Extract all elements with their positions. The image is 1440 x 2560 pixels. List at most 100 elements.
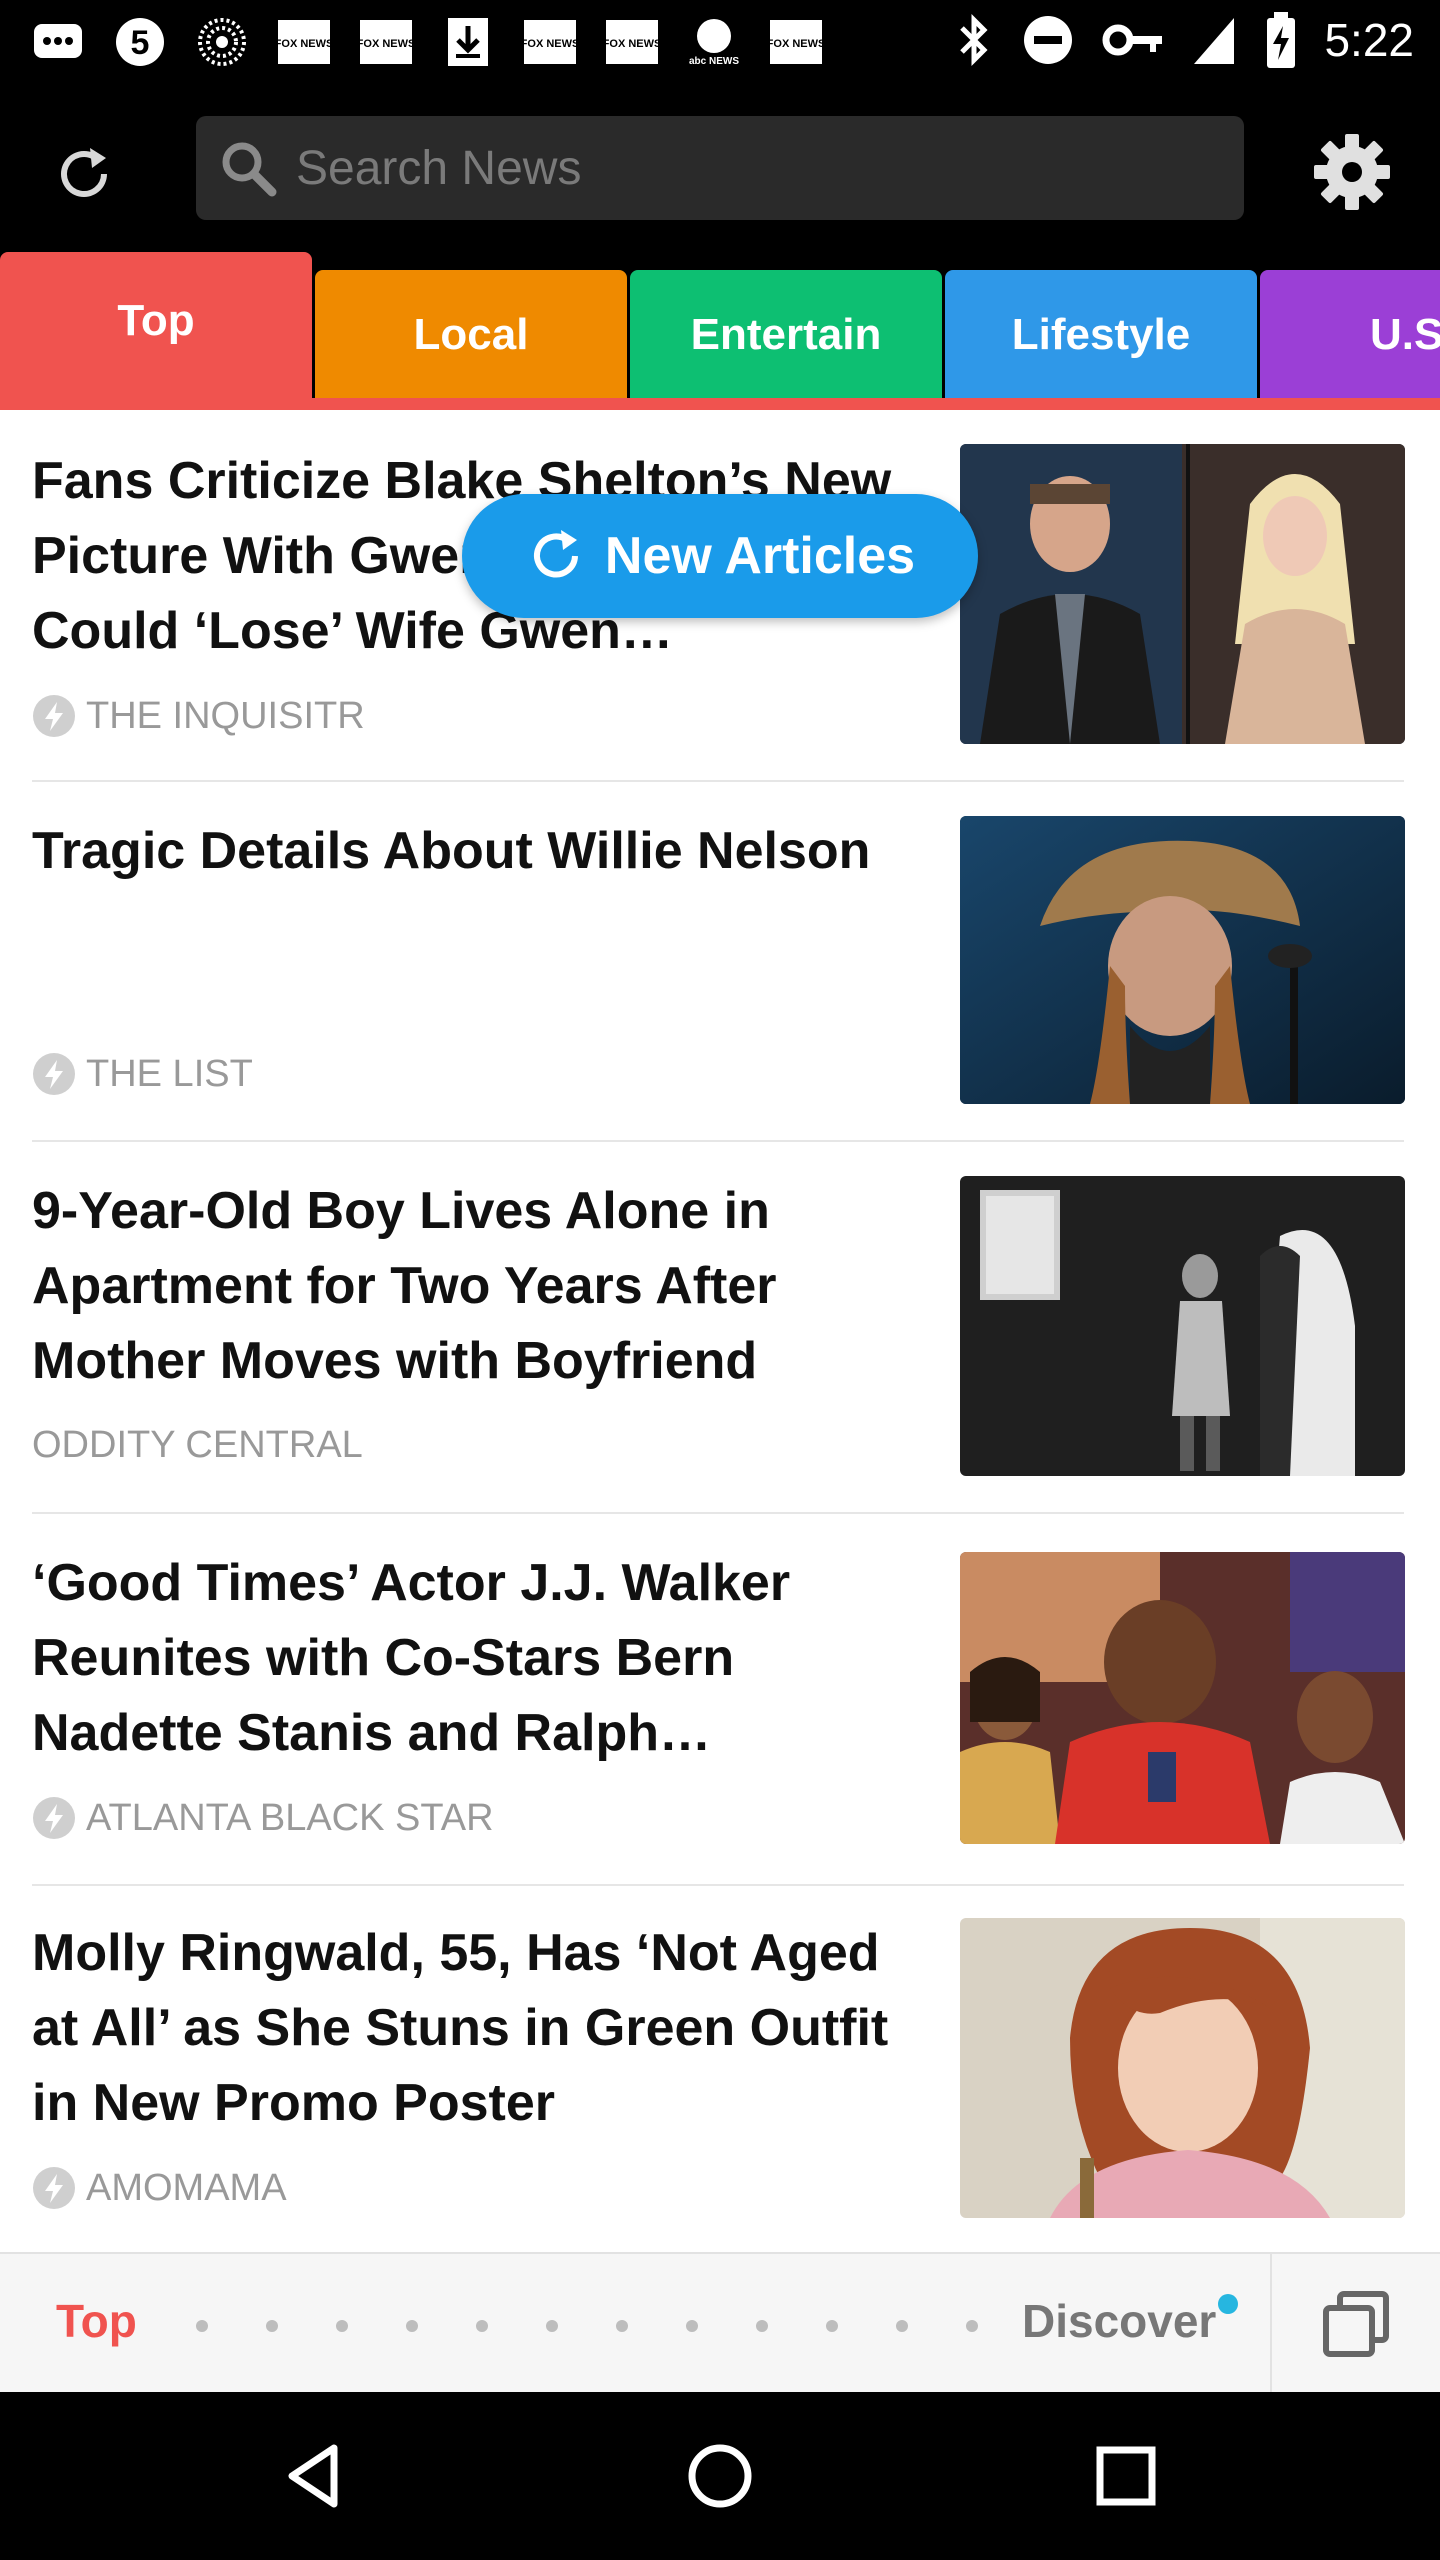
signal-icon — [1194, 18, 1235, 64]
tab-label: Entertain — [690, 310, 882, 359]
fox-news-icon: FOX NEWS — [602, 14, 662, 70]
article-card[interactable]: Molly Ringwald, 55, Has ‘Not Aged at All… — [0, 1886, 1440, 2252]
bolt-icon — [33, 1797, 75, 1839]
fox-news-label: FOX NEWS — [276, 38, 332, 50]
page-indicator — [196, 2320, 978, 2332]
tab-local[interactable]: Local — [315, 270, 627, 400]
abc-news-label: abc NEWS — [689, 56, 739, 67]
page-dot[interactable] — [756, 2320, 768, 2332]
tab-entertain[interactable]: Entertain — [630, 270, 942, 400]
sunburst-icon — [192, 14, 252, 70]
page-dot[interactable] — [686, 2320, 698, 2332]
do-not-disturb-icon — [1024, 16, 1073, 64]
page-dot[interactable] — [826, 2320, 838, 2332]
article-source: ODDITY CENTRAL — [32, 1424, 363, 1467]
fox-news-label: FOX NEWS — [604, 38, 660, 50]
refresh-icon — [61, 148, 107, 197]
five-circle-icon: 5 — [110, 14, 170, 70]
article-thumbnail[interactable] — [960, 444, 1405, 744]
bolt-icon — [33, 695, 75, 737]
chat-icon — [28, 14, 88, 70]
key-icon — [1102, 24, 1163, 56]
article-source: ATLANTA BLACK STAR — [32, 1796, 494, 1840]
page-dot[interactable] — [406, 2320, 418, 2332]
page-dot[interactable] — [896, 2320, 908, 2332]
recents-icon[interactable] — [1086, 2436, 1166, 2516]
page-dot[interactable] — [966, 2320, 978, 2332]
abc-news-icon: abc NEWS — [684, 14, 744, 70]
refresh-icon — [533, 530, 578, 578]
source-label: THE LIST — [86, 1052, 253, 1095]
thumbnail-image — [960, 1552, 1405, 1844]
settings-button[interactable] — [1310, 130, 1394, 214]
thumbnail-image — [960, 444, 1405, 744]
back-icon[interactable] — [276, 2436, 356, 2516]
article-title[interactable]: Molly Ringwald, 55, Has ‘Not Aged at All… — [32, 1916, 902, 2141]
bottom-tab-top[interactable]: Top — [56, 2294, 137, 2348]
tab-indicator — [0, 398, 1440, 410]
five-circle-label: 5 — [131, 24, 150, 62]
article-title[interactable]: ‘Good Times’ Actor J.J. Walker Reunites … — [32, 1546, 902, 1771]
system-nav-bar — [0, 2392, 1440, 2560]
page-dot[interactable] — [546, 2320, 558, 2332]
source-label: THE INQUISITR — [86, 694, 365, 737]
new-articles-button[interactable]: New Articles — [462, 494, 978, 618]
fox-news-label: FOX NEWS — [358, 38, 414, 50]
article-source: AMOMAMA — [32, 2166, 287, 2210]
article-source: THE INQUISITR — [32, 694, 365, 738]
article-thumbnail[interactable] — [960, 1918, 1405, 2218]
thumbnail-image — [960, 1918, 1405, 2218]
article-card[interactable]: Tragic Details About Willie Nelson THE L… — [0, 782, 1440, 1142]
search-box[interactable] — [196, 116, 1244, 220]
page-dot[interactable] — [336, 2320, 348, 2332]
page-dot[interactable] — [616, 2320, 628, 2332]
tab-label: Lifestyle — [1011, 310, 1191, 359]
notification-dot — [1218, 2294, 1238, 2314]
thumbnail-image — [960, 816, 1405, 1104]
fox-news-icon: FOX NEWS — [766, 14, 826, 70]
tab-us[interactable]: U.S — [1260, 270, 1440, 400]
tab-label: U.S — [1370, 310, 1440, 359]
page-dot[interactable] — [266, 2320, 278, 2332]
search-icon — [222, 142, 277, 197]
source-label: AMOMAMA — [86, 2166, 287, 2209]
gear-icon — [1314, 134, 1390, 210]
bottom-bar: Top Discover — [0, 2252, 1440, 2394]
tab-top[interactable]: Top — [0, 252, 312, 400]
tab-label: Top — [117, 296, 195, 345]
article-title[interactable]: Tragic Details About Willie Nelson — [32, 814, 902, 889]
bolt-icon — [33, 1053, 75, 1095]
search-input[interactable] — [296, 116, 1216, 220]
article-thumbnail[interactable] — [960, 1176, 1405, 1476]
fox-news-icon: FOX NEWS — [274, 14, 334, 70]
article-thumbnail[interactable] — [960, 816, 1405, 1104]
source-label: ATLANTA BLACK STAR — [86, 1796, 494, 1839]
article-feed[interactable]: Fans Criticize Blake Shelton’s New Pictu… — [0, 410, 1440, 2252]
article-card[interactable]: ‘Good Times’ Actor J.J. Walker Reunites … — [0, 1514, 1440, 1886]
article-source: THE LIST — [32, 1052, 253, 1096]
article-card[interactable]: 9-Year-Old Boy Lives Alone in Apartment … — [0, 1142, 1440, 1514]
page-dot[interactable] — [476, 2320, 488, 2332]
battery-icon — [1267, 12, 1296, 68]
bottom-tab-discover[interactable]: Discover — [1022, 2294, 1216, 2348]
bolt-icon — [33, 2167, 75, 2209]
windows-icon[interactable] — [1320, 2288, 1392, 2360]
fox-news-icon: FOX NEWS — [356, 14, 416, 70]
notification-icons: 5 FOX NEWS FOX NEWS FOX NEWS FOX NEWS ab… — [28, 14, 826, 70]
article-title[interactable]: 9-Year-Old Boy Lives Alone in Apartment … — [32, 1174, 902, 1399]
download-icon — [438, 14, 498, 70]
page-dot[interactable] — [196, 2320, 208, 2332]
home-icon[interactable] — [680, 2436, 760, 2516]
divider — [1270, 2254, 1272, 2394]
fox-news-icon: FOX NEWS — [520, 14, 580, 70]
fox-news-label: FOX NEWS — [522, 38, 578, 50]
category-tabs: Top Local Entertain Lifestyle U.S — [0, 250, 1440, 410]
refresh-button[interactable] — [44, 134, 124, 214]
status-bar: 5 FOX NEWS FOX NEWS FOX NEWS FOX NEWS ab… — [0, 0, 1440, 84]
tab-lifestyle[interactable]: Lifestyle — [945, 270, 1257, 400]
thumbnail-image — [960, 1176, 1405, 1476]
clock: 5:22 — [1324, 14, 1414, 66]
fox-news-label: FOX NEWS — [768, 38, 824, 50]
system-icons: 5:22 — [954, 10, 1414, 70]
article-thumbnail[interactable] — [960, 1552, 1405, 1844]
